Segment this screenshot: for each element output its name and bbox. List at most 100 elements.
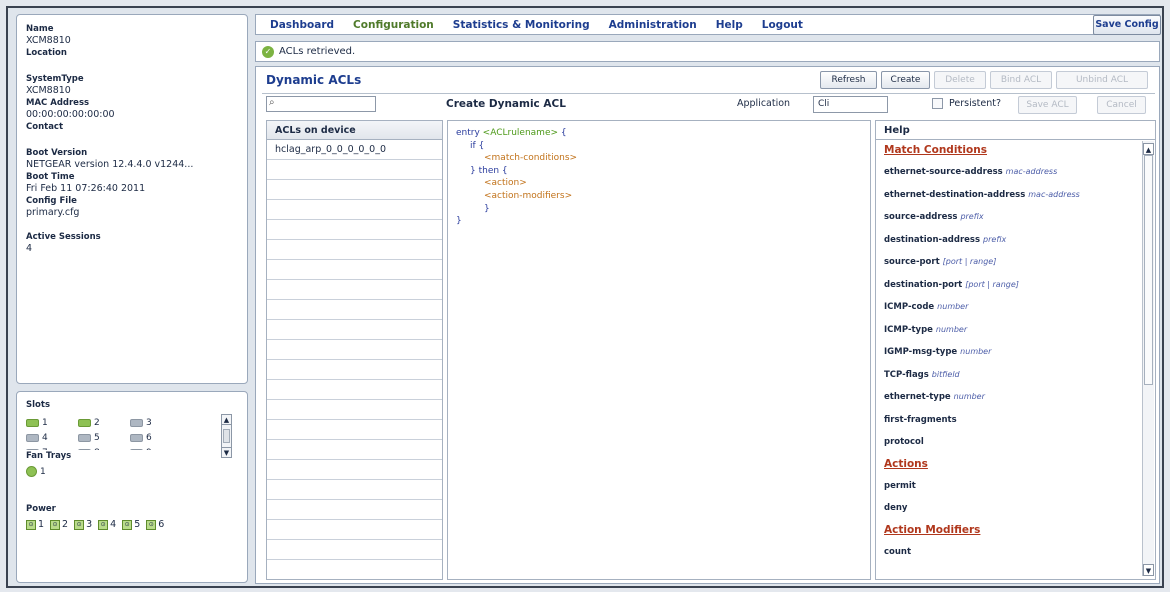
power-supply[interactable]: ⊙ 2 (50, 519, 68, 530)
slots-scrollbar[interactable]: ▲ ▼ (221, 414, 232, 458)
slot-item[interactable]: 2 (78, 417, 130, 428)
help-section[interactable]: Action Modifiers (884, 520, 1147, 541)
table-row[interactable] (267, 280, 442, 300)
table-row[interactable] (267, 460, 442, 480)
table-row[interactable] (267, 420, 442, 440)
search-icon: ⌕ (269, 97, 275, 108)
scroll-thumb[interactable] (223, 429, 230, 443)
help-item-arg: prefix (983, 234, 1007, 244)
table-row[interactable] (267, 220, 442, 240)
help-item[interactable]: source-port [port | range] (884, 251, 1147, 274)
power-supply[interactable]: ⊙ 5 (122, 519, 140, 530)
power-supply[interactable]: ⊙ 3 (74, 519, 92, 530)
application-input[interactable]: Cli (813, 96, 888, 113)
table-row[interactable] (267, 400, 442, 420)
scroll-up-icon[interactable]: ▲ (1143, 143, 1154, 155)
table-row[interactable] (267, 380, 442, 400)
slot-item[interactable]: 5 (78, 432, 130, 443)
contact-label: Contact (26, 122, 64, 132)
help-section[interactable]: Match Conditions (884, 140, 1147, 161)
slot-item[interactable]: 8 (78, 447, 130, 450)
table-row[interactable] (267, 240, 442, 260)
table-row[interactable]: hclag_arp_0_0_0_0_0_0 (267, 140, 442, 160)
help-item-name: IGMP-msg-type (884, 347, 958, 357)
slot-item[interactable]: 4 (26, 432, 78, 443)
help-item[interactable]: protocol (884, 431, 1147, 454)
nav-item-statistics-monitoring[interactable]: Statistics & Monitoring (453, 19, 590, 31)
nav-item-dashboard[interactable]: Dashboard (270, 19, 334, 31)
table-row[interactable] (267, 200, 442, 220)
slot-label: 6 (146, 432, 152, 443)
nav-item-administration[interactable]: Administration (609, 19, 697, 31)
help-item-name: source-address (884, 212, 958, 222)
top-nav: Dashboard Configuration Statistics & Monit… (255, 14, 1160, 35)
help-item[interactable]: destination-address prefix (884, 229, 1147, 252)
systemtype-label: SystemType (26, 74, 84, 84)
help-section[interactable]: Actions (884, 454, 1147, 475)
help-item-name: TCP-flags (884, 369, 929, 380)
help-item[interactable]: permit (884, 475, 1147, 498)
refresh-button[interactable]: Refresh (820, 71, 877, 89)
scroll-up-icon[interactable]: ▲ (222, 415, 231, 425)
table-row[interactable] (267, 360, 442, 380)
help-item-name: source-port (884, 257, 940, 267)
slot-label: 5 (94, 432, 100, 443)
system-info-panel: Name XCM8810 Location SystemType XCM8810… (16, 14, 248, 384)
table-row[interactable] (267, 560, 442, 579)
table-row[interactable] (267, 540, 442, 560)
table-row[interactable] (267, 500, 442, 520)
persistent-checkbox[interactable] (932, 98, 943, 109)
help-item[interactable]: source-address prefix (884, 206, 1147, 229)
power-supply[interactable]: ⊙ 4 (98, 519, 116, 530)
slot-item[interactable]: 3 (130, 417, 182, 428)
help-item[interactable]: ethernet-destination-address mac-address (884, 184, 1147, 207)
unbind-acl-button[interactable]: Unbind ACL (1056, 71, 1148, 89)
table-row[interactable] (267, 300, 442, 320)
help-item[interactable]: ICMP-type number (884, 319, 1147, 342)
help-scrollbar[interactable]: ▲ ▼ (1142, 141, 1154, 576)
nav-item-logout[interactable]: Logout (762, 19, 803, 31)
help-item[interactable]: first-fragments (884, 409, 1147, 432)
help-item[interactable]: ICMP-code number (884, 296, 1147, 319)
help-item-arg: prefix (960, 212, 984, 221)
slot-item[interactable]: 6 (130, 432, 182, 443)
help-item[interactable]: TCP-flags bitfield (884, 364, 1147, 387)
power-supply[interactable]: ⊙ 1 (26, 519, 44, 530)
help-item[interactable]: count (884, 541, 1147, 564)
help-item[interactable]: destination-port [port | range] (884, 274, 1147, 297)
bind-acl-button[interactable]: Bind ACL (990, 71, 1052, 89)
help-item[interactable]: ethernet-type number (884, 386, 1147, 409)
cancel-button[interactable]: Cancel (1097, 96, 1146, 114)
delete-button[interactable]: Delete (934, 71, 986, 89)
save-config-button[interactable]: Save Config (1093, 15, 1161, 35)
editor-line: if { (470, 140, 485, 151)
nav-item-configuration[interactable]: Configuration (353, 19, 434, 31)
search-input[interactable]: ⌕ (266, 96, 376, 112)
table-row[interactable] (267, 180, 442, 200)
acl-editor[interactable]: entry <ACLrulename> { if { <match-condit… (447, 120, 871, 580)
table-row[interactable] (267, 440, 442, 460)
scroll-down-icon[interactable]: ▼ (222, 447, 231, 457)
nav-item-help[interactable]: Help (716, 19, 743, 31)
power-supply[interactable]: ⊙ 6 (146, 519, 164, 530)
help-item[interactable]: deny (884, 497, 1147, 520)
help-item[interactable]: ethernet-source-address mac-address (884, 161, 1147, 184)
table-row[interactable] (267, 340, 442, 360)
save-acl-button[interactable]: Save ACL (1018, 96, 1077, 114)
table-row[interactable] (267, 480, 442, 500)
table-row[interactable] (267, 320, 442, 340)
slot-item[interactable]: 9 (130, 447, 182, 450)
scroll-down-icon[interactable]: ▼ (1143, 564, 1154, 576)
create-button[interactable]: Create (881, 71, 930, 89)
help-item[interactable]: IGMP-msg-type number (884, 341, 1147, 364)
table-row[interactable] (267, 160, 442, 180)
status-bar: ✓ ACLs retrieved. (255, 41, 1160, 62)
power-label: 2 (62, 519, 69, 530)
help-item-arg: mac-address (1005, 167, 1058, 176)
table-row[interactable] (267, 260, 442, 280)
table-row[interactable] (267, 520, 442, 540)
scroll-thumb[interactable] (1144, 155, 1153, 385)
fan-tray[interactable]: 1 (26, 466, 247, 477)
slot-item[interactable]: 1 (26, 417, 78, 428)
power-label: 6 (158, 519, 165, 530)
